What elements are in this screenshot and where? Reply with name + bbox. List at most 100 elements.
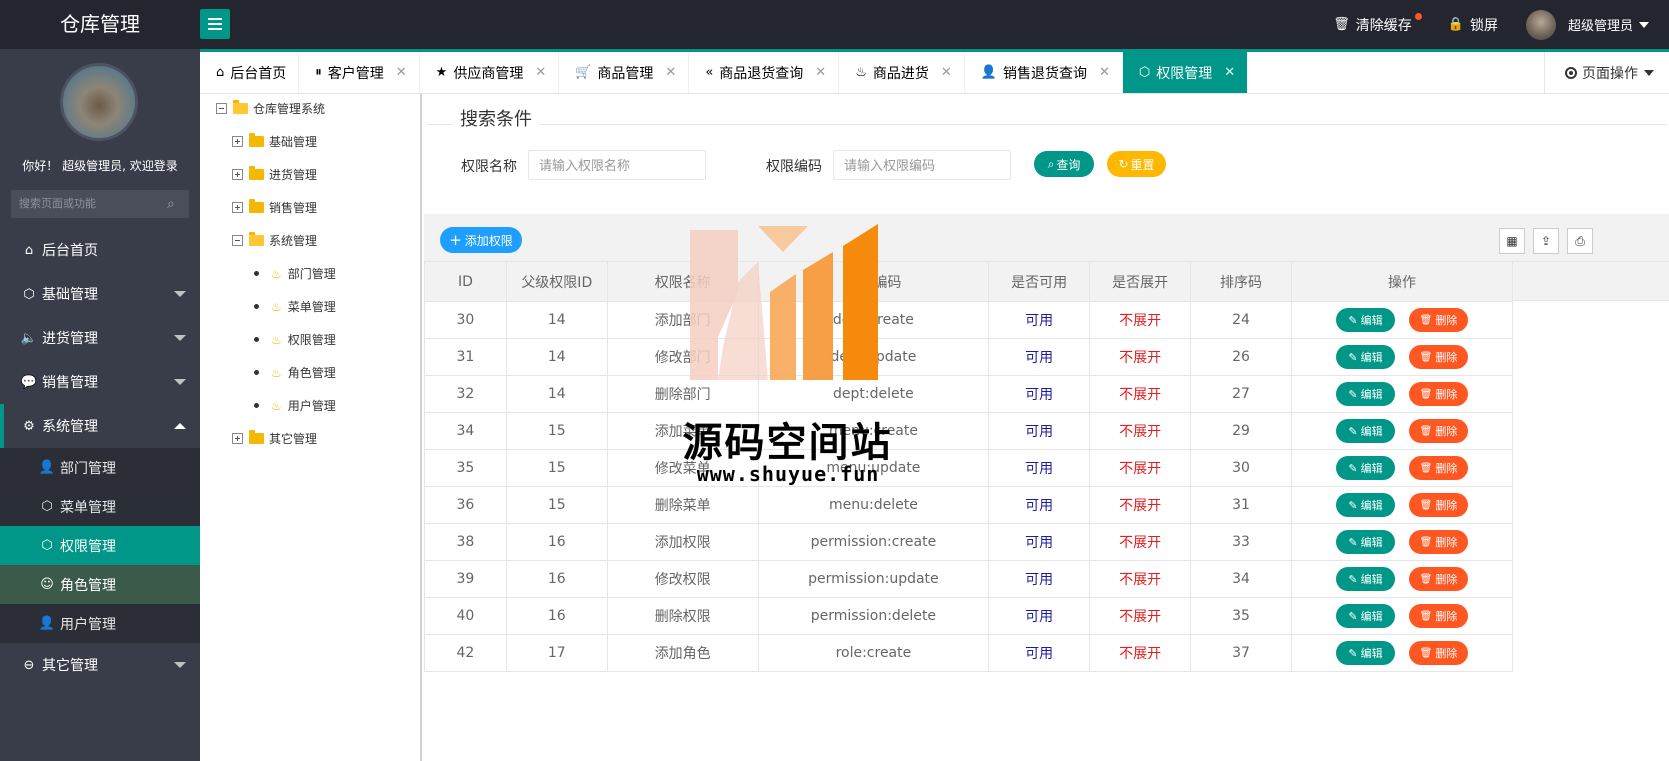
- close-icon[interactable]: ✕: [535, 65, 546, 80]
- expand-icon[interactable]: [232, 136, 243, 147]
- tree-leaf[interactable]: ♨ 菜单管理: [254, 298, 336, 315]
- sidebar-subitem-user[interactable]: 👤 用户管理: [0, 604, 200, 643]
- sidebar-subitem-permission[interactable]: ⬡ 权限管理: [0, 526, 200, 565]
- table-row[interactable]: 30 14 添加部门 dept:create 可用 不展开 24 ✎ 编辑 🗑 删除: [424, 301, 1513, 339]
- edit-button[interactable]: ✎ 编辑: [1336, 604, 1395, 628]
- print-icon[interactable]: ⎙: [1567, 228, 1593, 254]
- sidebar-item-other[interactable]: ⊖ 其它管理: [0, 643, 200, 687]
- delete-button[interactable]: 🗑 删除: [1409, 308, 1468, 332]
- tree-root[interactable]: 仓库管理系统: [216, 100, 325, 117]
- table-row[interactable]: 35 15 修改菜单 menu:update 可用 不展开 30 ✎ 编辑 🗑 删除: [424, 449, 1513, 487]
- page-operations-dropdown[interactable]: 页面操作: [1544, 52, 1669, 93]
- user-avatar[interactable]: [1525, 9, 1556, 40]
- tab-goods-return[interactable]: « 商品退货查询 ✕: [689, 52, 840, 93]
- delete-button[interactable]: 🗑 删除: [1409, 345, 1468, 369]
- column-header[interactable]: 父级权限ID: [505, 261, 608, 302]
- menu-toggle-button[interactable]: [200, 9, 230, 39]
- permission-name-input[interactable]: [528, 150, 706, 180]
- close-icon[interactable]: ✕: [941, 65, 952, 80]
- columns-filter-icon[interactable]: ▦: [1499, 228, 1525, 254]
- reset-button[interactable]: ↻ 重置: [1107, 151, 1166, 177]
- edit-button[interactable]: ✎ 编辑: [1336, 456, 1395, 480]
- column-header[interactable]: 是否可用: [988, 261, 1091, 302]
- sidebar-subitem-role[interactable]: ☺ 角色管理: [0, 565, 200, 604]
- delete-button[interactable]: 🗑 删除: [1409, 419, 1468, 443]
- expand-icon[interactable]: [232, 169, 243, 180]
- edit-button[interactable]: ✎ 编辑: [1336, 530, 1395, 554]
- table-row[interactable]: 40 16 删除权限 permission:delete 可用 不展开 35 ✎ 编辑 🗑 删除: [424, 597, 1513, 635]
- tab-permission[interactable]: ⬡ 权限管理 ✕: [1122, 52, 1249, 93]
- sidebar-search-input[interactable]: [11, 190, 189, 218]
- edit-button[interactable]: ✎ 编辑: [1336, 419, 1395, 443]
- tree-node-system[interactable]: 系统管理: [232, 232, 317, 249]
- query-button[interactable]: ⌕ 查询: [1034, 151, 1094, 177]
- table-row[interactable]: 42 17 添加角色 role:create 可用 不展开 37 ✎ 编辑 🗑 删除: [424, 634, 1513, 672]
- edit-button[interactable]: ✎ 编辑: [1336, 567, 1395, 591]
- column-header[interactable]: 是否展开: [1089, 261, 1192, 302]
- delete-button[interactable]: 🗑 删除: [1409, 604, 1468, 628]
- edit-button[interactable]: ✎ 编辑: [1336, 308, 1395, 332]
- sidebar-subitem-menu[interactable]: ⬡ 菜单管理: [0, 487, 200, 526]
- sidebar-item-purchase[interactable]: 🔈 进货管理: [0, 316, 200, 360]
- tree-node-basic[interactable]: 基础管理: [232, 133, 317, 150]
- tree-node-sales[interactable]: 销售管理: [232, 199, 317, 216]
- user-name[interactable]: 超级管理员: [1568, 15, 1633, 34]
- tree-node-other[interactable]: 其它管理: [232, 430, 317, 447]
- delete-button[interactable]: 🗑 删除: [1409, 530, 1468, 554]
- table-row[interactable]: 38 16 添加权限 permission:create 可用 不展开 33 ✎ 编辑 🗑 删除: [424, 523, 1513, 561]
- close-icon[interactable]: ✕: [1224, 65, 1235, 80]
- sidebar-item-basic[interactable]: ⬡ 基础管理: [0, 272, 200, 316]
- close-icon[interactable]: ✕: [665, 65, 676, 80]
- delete-button[interactable]: 🗑 删除: [1409, 567, 1468, 591]
- add-permission-button[interactable]: + 添加权限: [440, 227, 522, 253]
- lock-screen-button[interactable]: 🔒 锁屏: [1448, 15, 1498, 35]
- tree-leaf[interactable]: ♨ 角色管理: [254, 364, 336, 381]
- delete-button[interactable]: 🗑 删除: [1409, 456, 1468, 480]
- export-icon[interactable]: ⇪: [1533, 228, 1559, 254]
- tree-leaf[interactable]: ♨ 权限管理: [254, 331, 336, 348]
- tree-leaf[interactable]: ♨ 用户管理: [254, 397, 336, 414]
- expand-icon[interactable]: [232, 202, 243, 213]
- delete-button[interactable]: 🗑 删除: [1409, 641, 1468, 665]
- column-header[interactable]: 排序码: [1190, 261, 1292, 302]
- close-icon[interactable]: ✕: [1099, 65, 1110, 80]
- sidebar-subitem-dept[interactable]: 👤 部门管理: [0, 448, 200, 487]
- permission-code-input[interactable]: [833, 150, 1011, 180]
- collapse-icon[interactable]: [232, 235, 243, 246]
- tree-leaf[interactable]: ♨ 部门管理: [254, 265, 336, 282]
- tab-sales-return[interactable]: 👤 销售退货查询 ✕: [965, 52, 1123, 93]
- tab-supplier[interactable]: ★ 供应商管理 ✕: [420, 52, 560, 93]
- edit-button[interactable]: ✎ 编辑: [1336, 493, 1395, 517]
- table-cell: 32: [424, 375, 507, 413]
- tab-home[interactable]: ⌂ 后台首页: [200, 52, 300, 93]
- delete-button[interactable]: 🗑 删除: [1409, 382, 1468, 406]
- chevron-down-icon[interactable]: [1639, 21, 1649, 28]
- tab-customer[interactable]: ⏸ 客户管理 ✕: [299, 52, 420, 93]
- trash-icon: 🗑: [1419, 647, 1433, 659]
- edit-button[interactable]: ✎ 编辑: [1336, 641, 1395, 665]
- close-icon[interactable]: ✕: [396, 65, 407, 80]
- table-row[interactable]: 31 14 修改部门 dept:update 可用 不展开 26 ✎ 编辑 🗑 删除: [424, 338, 1513, 376]
- clear-cache-button[interactable]: 🗑 清除缓存: [1333, 12, 1422, 35]
- table-row[interactable]: 39 16 修改权限 permission:update 可用 不展开 34 ✎ 编辑 🗑 删除: [424, 560, 1513, 598]
- column-header[interactable]: 权限名称: [606, 261, 759, 302]
- sidebar-item-system[interactable]: ⚙ 系统管理: [0, 404, 200, 448]
- table-row[interactable]: 34 15 添加菜单 menu:create 可用 不展开 29 ✎ 编辑 🗑 删除: [424, 412, 1513, 450]
- collapse-icon[interactable]: [216, 103, 227, 114]
- search-icon[interactable]: ⌕: [167, 196, 175, 212]
- delete-button[interactable]: 🗑 删除: [1409, 493, 1468, 517]
- tab-goods-inport[interactable]: ♨ 商品进货 ✕: [839, 52, 965, 93]
- sidebar-item-home[interactable]: ⌂ 后台首页: [0, 228, 200, 272]
- edit-button[interactable]: ✎ 编辑: [1336, 345, 1395, 369]
- close-icon[interactable]: ✕: [815, 65, 826, 80]
- table-row[interactable]: 36 15 删除菜单 menu:delete 可用 不展开 31 ✎ 编辑 🗑 删除: [424, 486, 1513, 524]
- column-header[interactable]: 权限编码: [757, 261, 990, 302]
- tab-goods[interactable]: 🛒 商品管理 ✕: [559, 52, 690, 93]
- column-header[interactable]: 操作: [1291, 261, 1513, 302]
- sidebar-item-sales[interactable]: 💬 销售管理: [0, 360, 200, 404]
- expand-icon[interactable]: [232, 433, 243, 444]
- table-row[interactable]: 32 14 删除部门 dept:delete 可用 不展开 27 ✎ 编辑 🗑 删除: [424, 375, 1513, 413]
- column-header[interactable]: ID: [424, 261, 507, 302]
- edit-button[interactable]: ✎ 编辑: [1336, 382, 1395, 406]
- tree-node-purchase[interactable]: 进货管理: [232, 166, 317, 183]
